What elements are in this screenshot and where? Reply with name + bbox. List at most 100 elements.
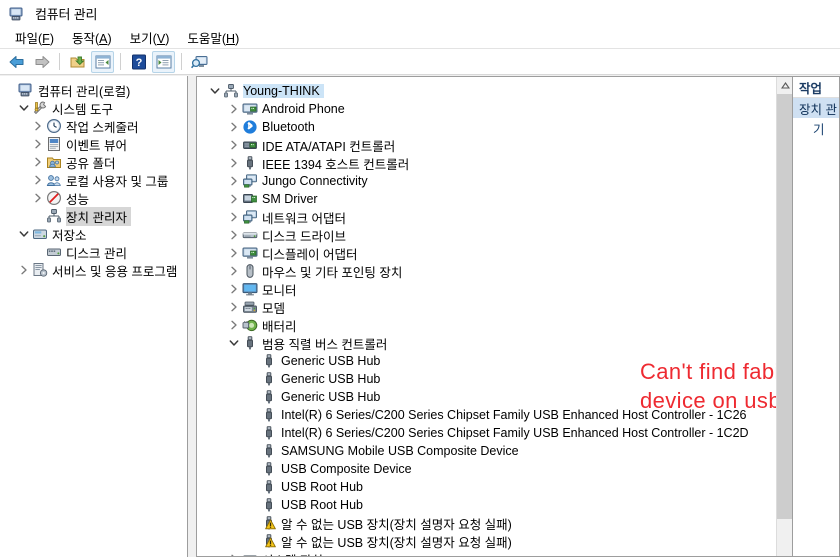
device-tree-item-row[interactable]: 모뎀 <box>202 298 792 316</box>
chevron-down-icon[interactable] <box>227 334 241 352</box>
sidebar-item-row[interactable]: 컴퓨터 관리(로컬) <box>3 81 187 99</box>
chevron-down-icon[interactable] <box>17 225 31 243</box>
chevron-right-icon[interactable] <box>227 298 241 316</box>
chevron-right-icon[interactable] <box>227 550 241 556</box>
chevron-right-icon[interactable] <box>227 280 241 298</box>
back-button[interactable] <box>5 51 28 73</box>
chevron-right-icon[interactable] <box>227 172 241 190</box>
chevron-right-icon[interactable] <box>227 262 241 280</box>
vertical-scrollbar[interactable] <box>776 77 792 556</box>
device-tree-item-row[interactable]: 네트워크 어댑터 <box>202 208 792 226</box>
chevron-right-icon[interactable] <box>227 190 241 208</box>
chevron-right-icon[interactable] <box>31 189 45 207</box>
sidebar-item-label: 시스템 도구 <box>52 102 113 117</box>
up-folder-button[interactable] <box>66 51 89 73</box>
device-tree-item-row[interactable]: Generic USB Hub <box>202 388 792 406</box>
device-tree-item-row[interactable]: 마우스 및 기타 포인팅 장치 <box>202 262 792 280</box>
device-tree-item-row[interactable]: 배터리 <box>202 316 792 334</box>
device-tree-item-row[interactable]: 알 수 없는 USB 장치(장치 설명자 요청 실패) <box>202 532 792 550</box>
menu-action[interactable]: 동작(A) <box>63 26 121 49</box>
window-title: 컴퓨터 관리 <box>35 7 98 22</box>
forward-button[interactable] <box>30 51 53 73</box>
sidebar-item-row[interactable]: 성능 <box>3 189 187 207</box>
console-tree[interactable]: 컴퓨터 관리(로컬) 시스템 도구 작업 스케줄러 이벤트 뷰어공유 폴더로컬 사용자… <box>0 76 187 279</box>
sidebar-item-label: 서비스 및 응용 프로그램 <box>52 264 178 279</box>
chevron-right-icon[interactable] <box>17 261 31 279</box>
device-tree-item-row[interactable]: 시스템 장치 <box>202 550 792 556</box>
pane-divider[interactable] <box>188 76 196 557</box>
twisty-placeholder <box>246 406 260 424</box>
chevron-right-icon[interactable] <box>227 100 241 118</box>
chevron-right-icon[interactable] <box>31 171 45 189</box>
scrollbar-thumb[interactable] <box>777 94 792 519</box>
device-tree-item-label: 알 수 없는 USB 장치(장치 설명자 요청 실패) <box>281 535 512 550</box>
chevron-down-icon[interactable] <box>208 82 222 100</box>
toolbar: ? <box>0 49 840 75</box>
device-tree-item-row[interactable]: IEEE 1394 호스트 컨트롤러 <box>202 154 792 172</box>
sidebar-item-row[interactable]: 작업 스케줄러 <box>3 117 187 135</box>
sidebar-item-row[interactable]: 서비스 및 응용 프로그램 <box>3 261 187 279</box>
chevron-right-icon[interactable] <box>227 226 241 244</box>
usb-plug-icon <box>260 370 278 388</box>
device-tree-item-row[interactable]: 범용 직렬 버스 컨트롤러 <box>202 334 792 352</box>
actions-pane-item[interactable]: 기 <box>793 118 839 138</box>
sidebar-item-row[interactable]: 이벤트 뷰어 <box>3 135 187 153</box>
sidebar-item-row[interactable]: 장치 관리자 <box>3 206 187 226</box>
chevron-right-icon[interactable] <box>31 135 45 153</box>
device-tree-item-row[interactable]: Generic USB Hub <box>202 370 792 388</box>
chevron-right-icon[interactable] <box>227 154 241 172</box>
device-tree[interactable]: Young-THINK Android Phone Bluetooth IDE ATA… <box>197 77 792 556</box>
chevron-right-icon[interactable] <box>31 117 45 135</box>
sidebar-item-label: 로컬 사용자 및 그룹 <box>66 174 169 189</box>
scroll-up-arrow-icon[interactable] <box>777 77 792 94</box>
device-tree-item-label: 디스플레이 어댑터 <box>262 247 358 262</box>
chevron-right-icon[interactable] <box>227 208 241 226</box>
device-tree-item-row[interactable]: Jungo Connectivity <box>202 172 792 190</box>
chevron-right-icon[interactable] <box>227 118 241 136</box>
refresh-button[interactable] <box>188 51 211 73</box>
device-tree-item-label: 범용 직렬 버스 컨트롤러 <box>262 337 388 352</box>
sidebar-item-row[interactable]: 로컬 사용자 및 그룹 <box>3 171 187 189</box>
show-action-pane-button[interactable] <box>152 50 175 73</box>
sidebar-item-row[interactable]: 저장소 <box>3 225 187 243</box>
device-tree-item-row[interactable]: Intel(R) 6 Series/C200 Series Chipset Fa… <box>202 406 792 424</box>
twisty-placeholder <box>31 243 45 261</box>
help-button[interactable]: ? <box>127 51 150 73</box>
device-tree-item-row[interactable]: SAMSUNG Mobile USB Composite Device <box>202 442 792 460</box>
sidebar-item-row[interactable]: 디스크 관리 <box>3 243 187 261</box>
device-tree-item-row[interactable]: SM Driver <box>202 190 792 208</box>
device-tree-item-row[interactable]: Bluetooth <box>202 118 792 136</box>
chevron-down-icon[interactable] <box>17 99 31 117</box>
menu-file[interactable]: 파일(F) <box>6 26 63 49</box>
menu-view[interactable]: 보기(V) <box>121 26 179 49</box>
menu-help[interactable]: 도움말(H) <box>178 26 248 49</box>
chevron-right-icon[interactable] <box>31 153 45 171</box>
actions-pane-title: 작업 <box>793 77 839 98</box>
device-tree-item-label: Generic USB Hub <box>281 372 381 386</box>
show-console-tree-button[interactable] <box>91 50 114 73</box>
device-tree-item-row[interactable]: Generic USB Hub <box>202 352 792 370</box>
sidebar-item-label: 공유 폴더 <box>66 156 116 171</box>
device-tree-item-row[interactable]: 디스크 드라이브 <box>202 226 792 244</box>
scrollbar-track-bottom[interactable] <box>777 542 792 556</box>
sidebar-item-row[interactable]: 시스템 도구 <box>3 99 187 117</box>
device-tree-item-row[interactable]: 모니터 <box>202 280 792 298</box>
device-tree-item-row[interactable]: 알 수 없는 USB 장치(장치 설명자 요청 실패) <box>202 514 792 532</box>
chevron-right-icon[interactable] <box>227 136 241 154</box>
actions-pane[interactable]: 작업 장치 관 기 <box>793 76 840 557</box>
device-tree-item-row[interactable]: Intel(R) 6 Series/C200 Series Chipset Fa… <box>202 424 792 442</box>
device-tree-item-row[interactable]: IDE ATA/ATAPI 컨트롤러 <box>202 136 792 154</box>
device-manager-pane[interactable]: Young-THINK Android Phone Bluetooth IDE ATA… <box>196 76 793 557</box>
device-tree-item-row[interactable]: USB Composite Device <box>202 460 792 478</box>
console-tree-pane[interactable]: 컴퓨터 관리(로컬) 시스템 도구 작업 스케줄러 이벤트 뷰어공유 폴더로컬 사용자… <box>0 76 188 557</box>
device-tree-item-row[interactable]: USB Root Hub <box>202 496 792 514</box>
device-tree-item-row[interactable]: 디스플레이 어댑터 <box>202 244 792 262</box>
sidebar-item-row[interactable]: 공유 폴더 <box>3 153 187 171</box>
chevron-right-icon[interactable] <box>227 244 241 262</box>
device-tree-item-row[interactable]: USB Root Hub <box>202 478 792 496</box>
usb-plug-icon <box>260 496 278 514</box>
chevron-right-icon[interactable] <box>227 316 241 334</box>
device-tree-item-row[interactable]: Android Phone <box>202 100 792 118</box>
device-tree-item-label: IEEE 1394 호스트 컨트롤러 <box>262 157 410 172</box>
device-tree-item-row[interactable]: Young-THINK <box>202 82 792 100</box>
